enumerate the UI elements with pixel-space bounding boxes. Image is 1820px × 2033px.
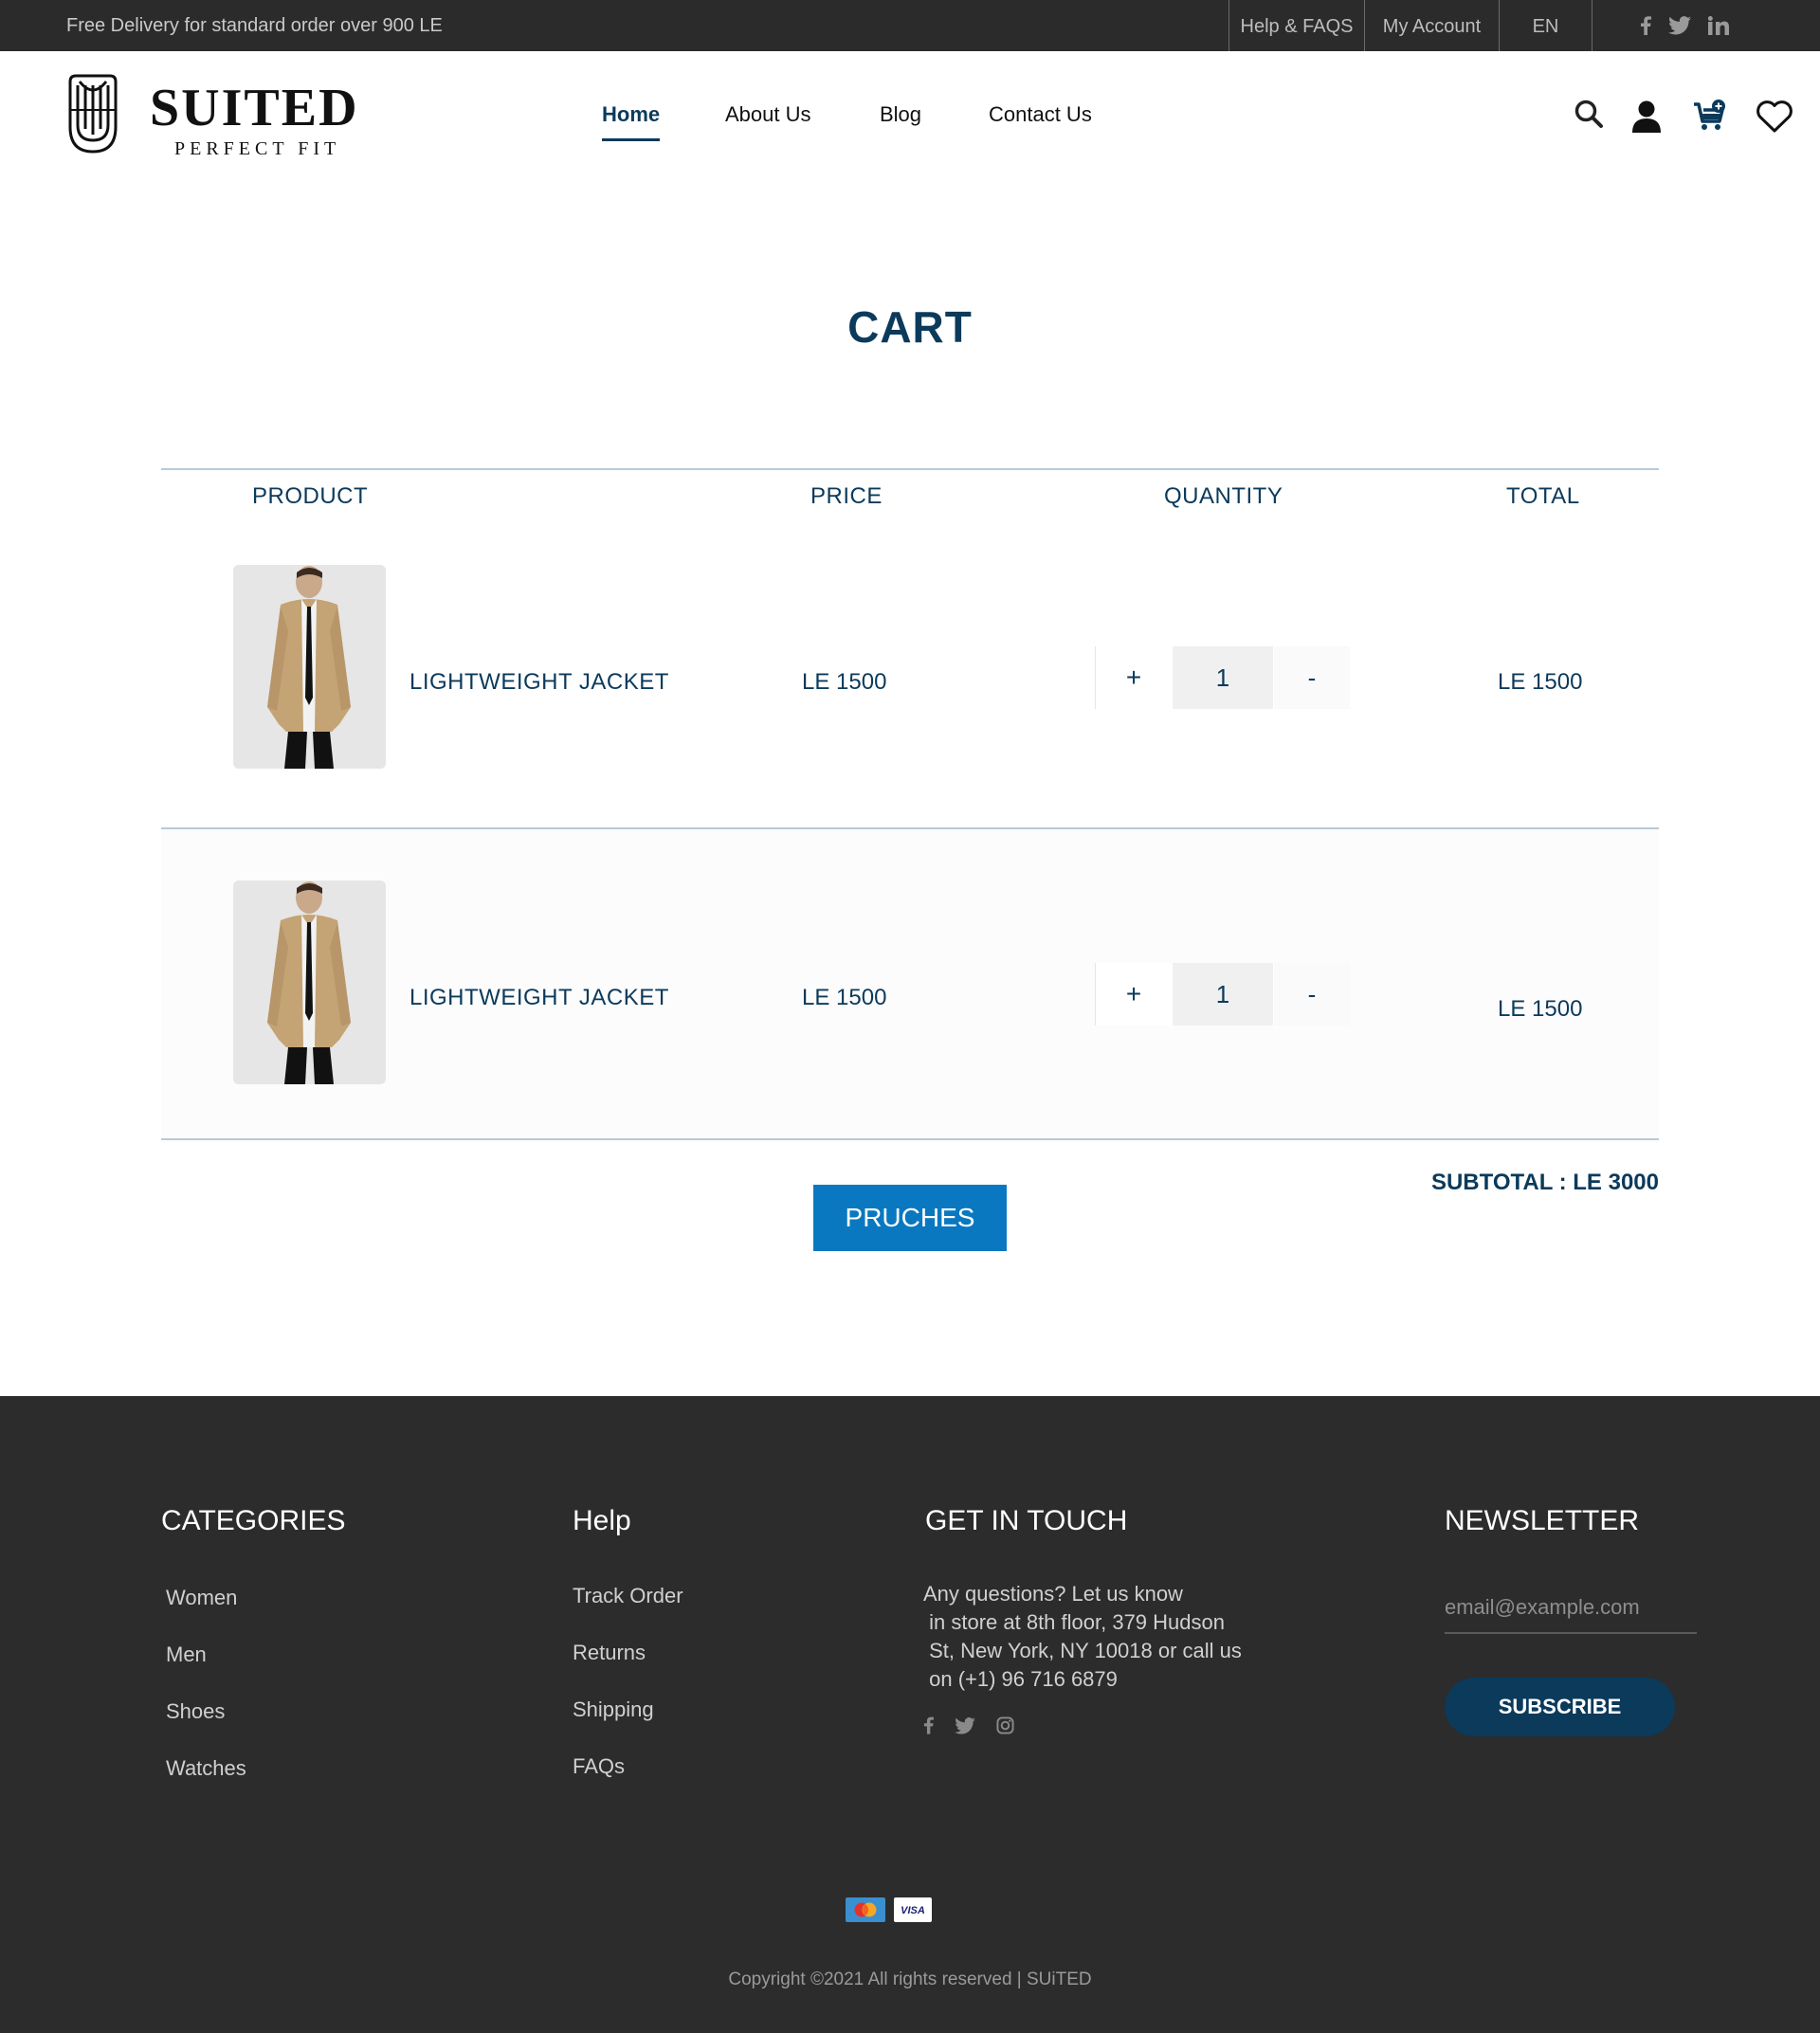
footer-contact-title: GET IN TOUCH xyxy=(925,1505,1128,1536)
cart-subtotal: SUBTOTAL : LE 3000 xyxy=(1430,1170,1659,1195)
footer-help-title: Help xyxy=(573,1505,631,1536)
quantity-increase-button[interactable]: + xyxy=(1096,963,1172,1026)
brand-tagline: PERFECT FIT xyxy=(174,138,341,159)
site-header: SUITED PERFECT FIT Home About Us Blog Co… xyxy=(0,51,1820,184)
quantity-decrease-button[interactable]: - xyxy=(1274,646,1350,709)
top-bar: Free Delivery for standard order over 90… xyxy=(0,0,1820,51)
facebook-icon[interactable] xyxy=(923,1716,934,1739)
quantity-value[interactable]: 1 xyxy=(1173,646,1273,709)
footer-link-women[interactable]: Women xyxy=(166,1586,237,1610)
site-footer: CATEGORIES Women Men Shoes Watches Help … xyxy=(0,1396,1820,2033)
product-image[interactable] xyxy=(233,880,386,1084)
top-social-links xyxy=(1640,0,1731,51)
facebook-icon[interactable] xyxy=(1640,0,1651,51)
footer-link-shoes[interactable]: Shoes xyxy=(166,1699,225,1724)
contact-line: in store at 8th floor, 379 Hudson xyxy=(923,1610,1225,1634)
twitter-icon[interactable] xyxy=(1668,0,1691,51)
column-header-product: PRODUCT xyxy=(252,483,369,509)
footer-link-men[interactable]: Men xyxy=(166,1643,207,1667)
footer-link-track-order[interactable]: Track Order xyxy=(573,1584,683,1608)
newsletter-email-input[interactable] xyxy=(1445,1583,1697,1634)
footer-categories-title: CATEGORIES xyxy=(161,1505,346,1536)
footer-link-returns[interactable]: Returns xyxy=(573,1641,646,1665)
line-total: LE 1500 xyxy=(1498,996,1583,1022)
search-icon[interactable] xyxy=(1574,99,1604,129)
top-links: Help & FAQS My Account EN xyxy=(1228,0,1592,51)
linkedin-icon[interactable] xyxy=(1708,0,1731,51)
nav-item-blog[interactable]: Blog xyxy=(880,102,921,127)
footer-link-shipping[interactable]: Shipping xyxy=(573,1697,654,1722)
cart-icon[interactable] xyxy=(1693,99,1727,133)
product-name[interactable]: LIGHTWEIGHT JACKET xyxy=(410,985,669,1011)
quantity-increase-button[interactable]: + xyxy=(1096,646,1172,709)
purchase-button[interactable]: PRUCHES xyxy=(813,1185,1007,1251)
line-total: LE 1500 xyxy=(1498,669,1583,695)
nav-item-about-us[interactable]: About Us xyxy=(725,102,811,127)
footer-link-faqs[interactable]: FAQs xyxy=(573,1754,625,1779)
footer-contact-text: Any questions? Let us know in store at 8… xyxy=(923,1580,1242,1694)
user-icon[interactable] xyxy=(1632,100,1661,133)
nav-item-home[interactable]: Home xyxy=(602,102,660,127)
table-top-divider xyxy=(161,468,1659,470)
column-header-quantity: QUANTITY xyxy=(1164,483,1283,509)
contact-line: Any questions? Let us know xyxy=(923,1582,1183,1606)
product-image[interactable] xyxy=(233,565,386,769)
column-header-price: PRICE xyxy=(810,483,883,509)
jacket-image-icon xyxy=(233,880,386,1084)
contact-line: St, New York, NY 10018 or call us xyxy=(923,1639,1242,1662)
copyright-text: Copyright ©2021 All rights reserved | SU… xyxy=(728,1969,1092,1989)
jacket-image-icon xyxy=(233,565,386,769)
product-price: LE 1500 xyxy=(802,669,887,695)
instagram-icon[interactable] xyxy=(996,1716,1014,1739)
quantity-decrease-button[interactable]: - xyxy=(1274,963,1350,1026)
svg-text:VISA: VISA xyxy=(901,1905,925,1916)
row-background xyxy=(161,829,1659,1142)
mastercard-icon xyxy=(846,1897,885,1922)
table-bottom-divider xyxy=(161,1138,1659,1140)
nav-active-underline xyxy=(602,138,660,141)
my-account-link[interactable]: My Account xyxy=(1364,0,1499,51)
quantity-stepper: + 1 - xyxy=(1095,646,1350,709)
page-title: CART xyxy=(847,302,973,352)
main-nav: Home About Us Blog Contact Us xyxy=(0,102,1820,141)
help-faqs-link[interactable]: Help & FAQS xyxy=(1228,0,1364,51)
subscribe-button[interactable]: SUBSCRIBE xyxy=(1445,1678,1675,1736)
visa-icon: VISA xyxy=(894,1897,932,1922)
footer-social-links xyxy=(923,1716,1014,1739)
quantity-stepper: + 1 - xyxy=(1095,963,1350,1026)
promo-text: Free Delivery for standard order over 90… xyxy=(66,15,443,36)
contact-line: on (+1) 96 716 6879 xyxy=(923,1667,1118,1691)
product-name[interactable]: LIGHTWEIGHT JACKET xyxy=(410,669,669,696)
heart-icon[interactable] xyxy=(1756,100,1793,133)
footer-link-watches[interactable]: Watches xyxy=(166,1756,246,1781)
nav-item-contact-us[interactable]: Contact Us xyxy=(989,102,1092,127)
quantity-value[interactable]: 1 xyxy=(1173,963,1273,1026)
column-header-total: TOTAL xyxy=(1506,483,1580,509)
product-price: LE 1500 xyxy=(802,985,887,1010)
footer-newsletter-title: NEWSLETTER xyxy=(1445,1505,1640,1536)
language-selector[interactable]: EN xyxy=(1499,0,1592,51)
twitter-icon[interactable] xyxy=(955,1716,975,1739)
